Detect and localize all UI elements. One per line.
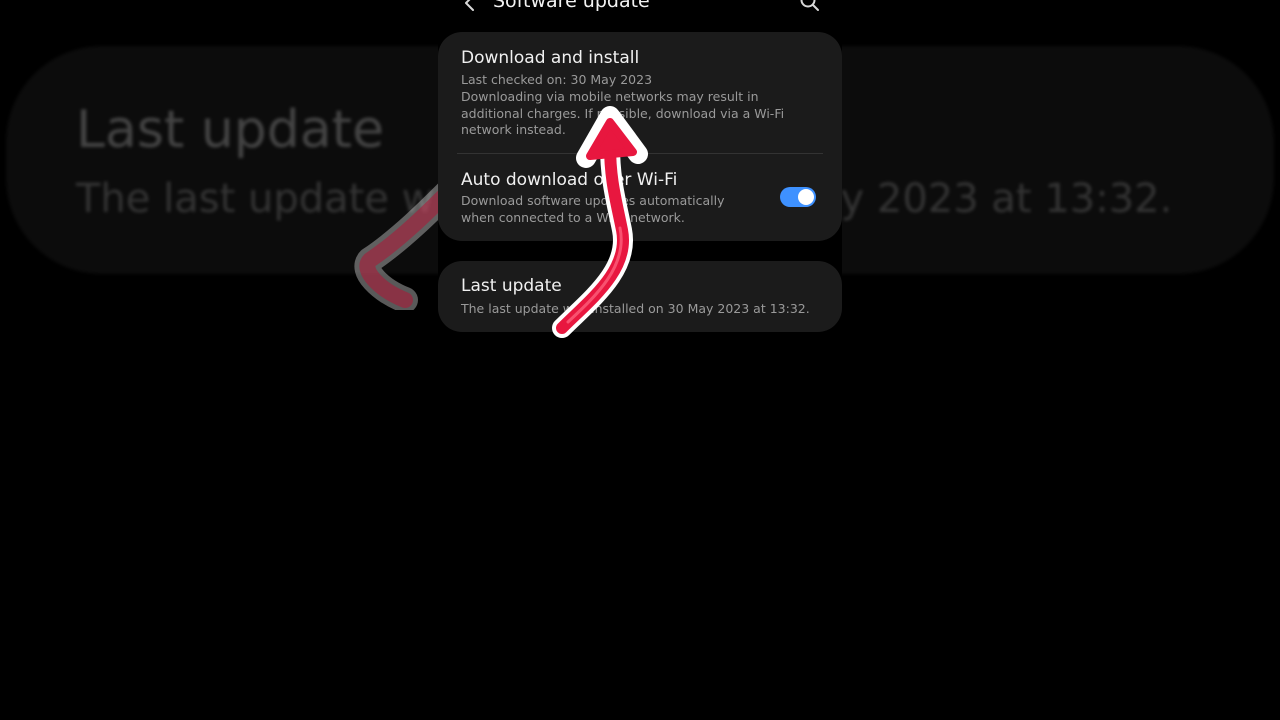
app-bar: Software update bbox=[438, 0, 842, 18]
search-button[interactable] bbox=[798, 0, 822, 14]
download-install-title: Download and install bbox=[461, 48, 640, 68]
back-button[interactable] bbox=[458, 0, 480, 14]
search-icon bbox=[800, 0, 819, 11]
screen: Last update The last update w ay 2023 at… bbox=[0, 0, 1280, 720]
auto-download-toggle[interactable] bbox=[780, 187, 816, 207]
background-subtitle-right: ay 2023 at 13:32. bbox=[816, 176, 1173, 222]
background-title: Last update bbox=[76, 100, 385, 160]
last-checked-text: Last checked on: 30 May 2023 bbox=[461, 72, 653, 87]
back-chevron-icon bbox=[465, 0, 474, 11]
red-arrow-annotation bbox=[552, 106, 648, 338]
page-title: Software update bbox=[493, 0, 650, 12]
toggle-knob bbox=[798, 189, 814, 205]
